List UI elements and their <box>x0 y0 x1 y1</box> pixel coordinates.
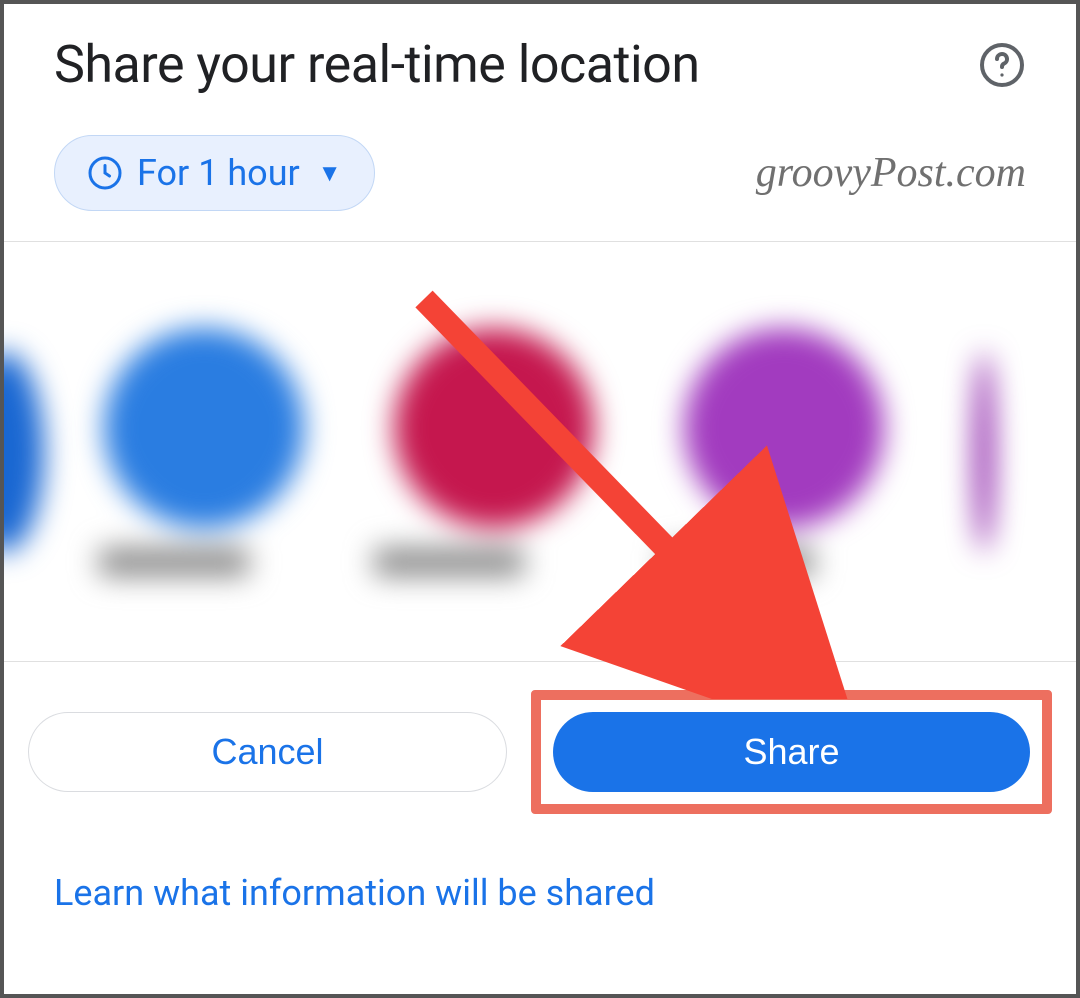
contact-item[interactable] <box>884 352 994 552</box>
watermark-text: groovyPost.com <box>756 149 1026 197</box>
chevron-down-icon: ▼ <box>318 159 342 188</box>
contact-item[interactable] <box>4 352 44 552</box>
cancel-button[interactable]: Cancel <box>28 712 507 792</box>
dialog-title: Share your real-time location <box>54 34 700 95</box>
contact-item[interactable] <box>304 328 594 576</box>
avatar <box>974 352 994 552</box>
share-button[interactable]: Share <box>553 712 1030 792</box>
duration-label: For 1 hour <box>137 152 300 194</box>
contacts-carousel[interactable] <box>4 242 1076 662</box>
contact-name <box>99 548 249 576</box>
contact-name <box>374 548 524 576</box>
dialog-header: Share your real-time location <box>4 4 1076 115</box>
contact-name <box>664 548 814 576</box>
avatar <box>104 328 304 528</box>
share-highlight-box: Share <box>531 690 1052 814</box>
contact-item[interactable] <box>594 328 884 576</box>
duration-row: For 1 hour ▼ groovyPost.com <box>4 115 1076 242</box>
help-icon[interactable] <box>978 41 1026 89</box>
avatar <box>4 352 44 552</box>
action-buttons: Cancel Share <box>4 662 1076 842</box>
avatar <box>394 328 594 528</box>
share-location-dialog: Share your real-time location For 1 hour… <box>0 0 1080 998</box>
contact-item[interactable] <box>44 328 304 576</box>
duration-chip[interactable]: For 1 hour ▼ <box>54 135 375 211</box>
clock-icon <box>87 155 123 191</box>
learn-more-link[interactable]: Learn what information will be shared <box>4 842 1076 944</box>
avatar <box>684 328 884 528</box>
